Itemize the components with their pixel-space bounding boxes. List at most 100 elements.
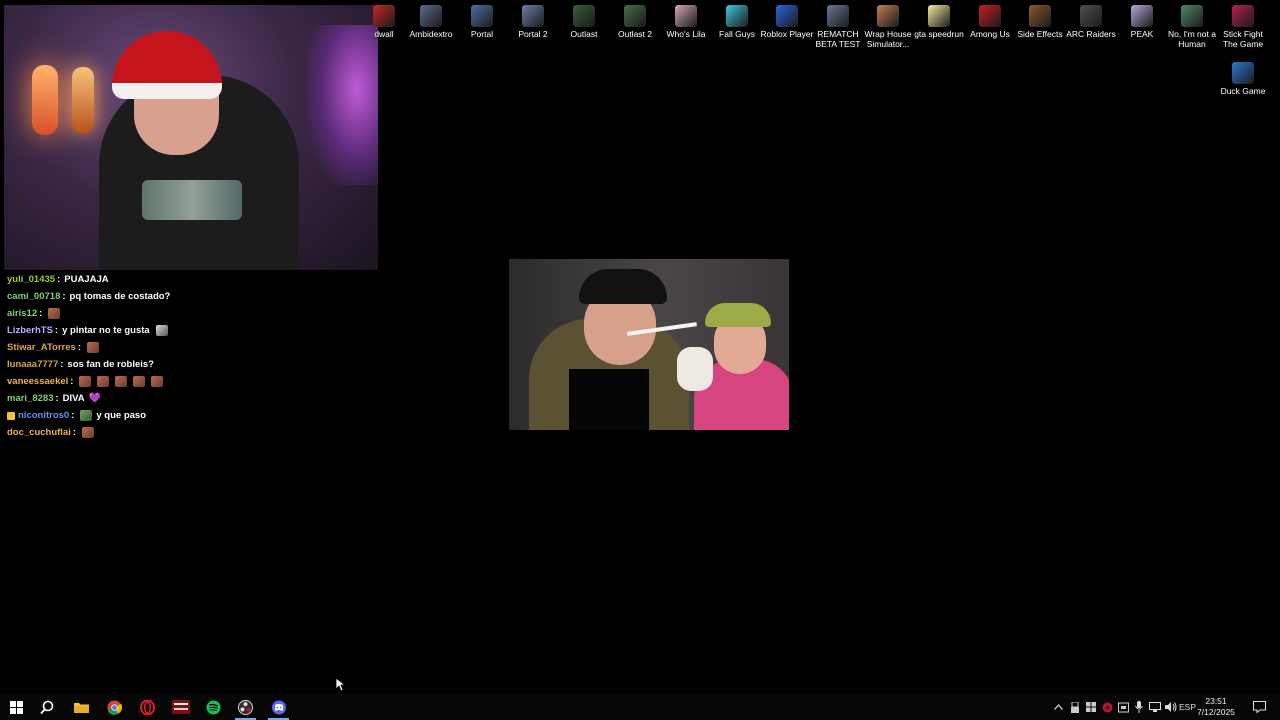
tray-item[interactable] [1084,694,1098,720]
discord-icon [271,699,286,715]
tray-item[interactable] [1116,694,1130,720]
desktop-icon[interactable]: gta speedrun [911,4,967,39]
roblox-icon [776,5,798,27]
desktop-icon-label: Wrap House Simulator... [864,29,912,49]
lava-lamp [72,67,94,133]
chat-username[interactable]: lunaaa7777 [7,356,58,373]
chat-username[interactable]: airis12 [7,305,37,322]
game-icon [726,5,748,27]
chat-overlay: yuli_01435: PUAJAJA cami_00718: pq tomas de… [7,271,377,441]
file-explorer-button[interactable] [65,694,98,720]
desktop-icon-label: Portal [470,29,494,39]
clock-time: 23:51 [1205,696,1227,706]
game-icon [877,5,899,27]
desktop-icon[interactable]: Stick Fight The Game [1215,4,1271,49]
desktop-icon[interactable]: ARC Raiders [1063,4,1119,39]
desktop-icon[interactable]: Among Us [962,4,1018,39]
chat-username[interactable]: Stiwar_ATorres [7,339,76,356]
emote-icon [80,410,93,421]
chat-text: PUAJAJA [64,274,109,285]
emote-icon [155,325,168,336]
chat-text: pq tomas de costado? [69,291,171,302]
start-button[interactable] [0,694,33,720]
emote-icon [48,308,61,319]
desktop-icon[interactable]: No, I'm not a Human [1164,4,1220,49]
desktop-icon-label: Side Effects [1017,29,1063,39]
network-button[interactable] [1148,694,1162,720]
chat-username[interactable]: yuli_01435 [7,271,55,288]
desktop-icon-label: Outlast [570,29,598,39]
desktop-icon[interactable]: Outlast 2 [607,4,663,39]
chat-message: mari_8283: DIVA 💜 [7,390,377,407]
video-player[interactable] [509,259,789,430]
chat-message: doc_cuchuflai: [7,424,377,441]
video-glove [677,347,713,391]
background-light [308,25,378,185]
discord-button[interactable] [262,694,295,720]
voicemeeter-button[interactable] [164,694,197,720]
desktop-icon[interactable]: Wrap House Simulator... [860,4,916,49]
chat-separator: : [60,359,64,370]
chat-message: LizberhTS: y pintar no te gusta [7,322,377,339]
game-icon [675,5,697,27]
spotify-button[interactable] [197,694,230,720]
desktop-icons: dwall Ambidextro Portal Portal 2 Outlast Outl… [373,4,1280,114]
chat-username[interactable]: cami_00718 [7,288,60,305]
desktop-icon[interactable]: Fall Guys [709,4,765,39]
desktop-icon-label: REMATCH BETA TEST [815,29,861,49]
chat-username[interactable]: niconitros0 [18,407,69,424]
portal-icon [471,5,493,27]
emote-icon [115,376,128,387]
chat-username[interactable]: vaneessaekel [7,373,68,390]
volume-icon [1165,702,1177,712]
folder-icon [74,703,89,713]
tray-item[interactable] [1068,694,1082,720]
tray-item[interactable] [1100,694,1114,720]
desktop-icon-label: PEAK [1130,29,1154,39]
tray-item[interactable] [1132,694,1146,720]
mouse-cursor-icon [335,677,345,692]
desktop-icon[interactable]: Side Effects [1012,4,1068,39]
desktop-icon[interactable]: Portal [454,4,510,39]
file-icon [928,5,950,27]
chevron-up-icon [1053,704,1063,710]
opera-button[interactable] [131,694,164,720]
game-icon [827,5,849,27]
desktop-icon[interactable]: Portal 2 [505,4,561,39]
chat-username[interactable]: doc_cuchuflai [7,424,71,441]
video-person-shirt [569,369,649,430]
desktop-icon[interactable]: Outlast [556,4,612,39]
webcam-overlay [4,5,378,270]
opera-icon [140,699,155,715]
chat-username[interactable]: mari_8283 [7,390,53,407]
desktop-icon[interactable]: Ambidextro [403,4,459,39]
game-icon [420,5,442,27]
chat-separator: : [57,274,61,285]
chat-message: lunaaa7777: sos fan de robleis? [7,356,377,373]
chrome-button[interactable] [98,694,131,720]
search-button[interactable] [31,694,64,720]
clock-date: 7/12/2025 [1197,707,1235,717]
desktop-icon[interactable]: PEAK [1114,4,1170,39]
desktop-icon[interactable]: Duck Game [1215,61,1271,96]
desktop-icon[interactable]: REMATCH BETA TEST [810,4,866,49]
emote-icon [79,376,92,387]
obs-button[interactable] [229,694,262,720]
desktop-icon-label: Fall Guys [719,29,755,39]
lava-lamp [32,65,58,135]
show-hidden-icons-button[interactable] [1050,694,1066,720]
shield-icon [1086,702,1096,712]
chat-separator: : [55,393,59,404]
desktop-icon[interactable]: Roblox Player [759,4,815,39]
microphone-icon [1135,701,1143,713]
notifications-button[interactable] [1246,694,1272,720]
game-icon [1131,5,1153,27]
desktop-icon-label: Portal 2 [518,29,548,39]
desktop-icon[interactable]: Who's Lila [658,4,714,39]
chat-username[interactable]: LizberhTS [7,322,53,339]
chat-text: DIVA [62,393,85,404]
volume-button[interactable] [1164,694,1178,720]
game-icon [624,5,646,27]
clock[interactable]: 23:51 7/12/2025 [1188,696,1244,718]
desktop-icon-label: Stick Fight The Game [1222,29,1264,49]
